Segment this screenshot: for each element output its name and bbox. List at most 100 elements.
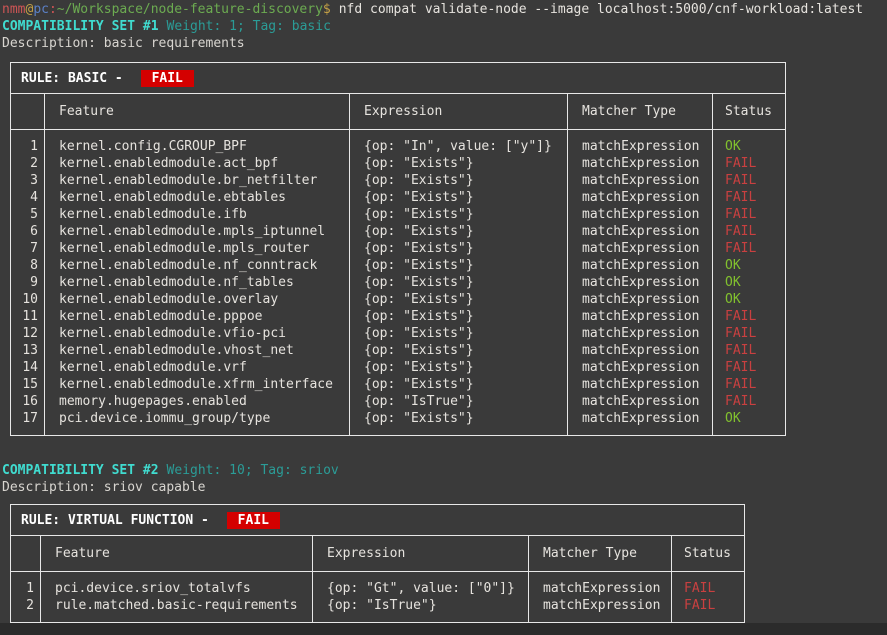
col-header-status: Status (672, 536, 745, 572)
table-row: 10kernel.enabledmodule.overlay{op: "Exis… (11, 291, 786, 308)
row-number: 3 (11, 172, 45, 189)
feature-cell: kernel.enabledmodule.act_bpf (45, 155, 350, 172)
matcher-type-cell: matchExpression (568, 206, 713, 223)
status-cell: OK (713, 291, 786, 308)
matcher-type-cell: matchExpression (568, 410, 713, 436)
terminal-window[interactable]: nmm@pc:~/Workspace/node-feature-discover… (0, 0, 887, 635)
table-row: 11kernel.enabledmodule.pppoe{op: "Exists… (11, 308, 786, 325)
col-header-feature: Feature (45, 94, 350, 130)
matcher-type-cell: matchExpression (568, 393, 713, 410)
matcher-type-cell: matchExpression (568, 240, 713, 257)
rule-header-row: RULE: BASIC - FAIL (11, 63, 786, 94)
status-cell: OK (713, 274, 786, 291)
prompt-path: ~/Workspace/node-feature-discovery (57, 2, 323, 17)
table-row: 15kernel.enabledmodule.xfrm_interface{op… (11, 376, 786, 393)
matcher-type-cell: matchExpression (568, 376, 713, 393)
feature-cell: memory.hugepages.enabled (45, 393, 350, 410)
compat-set-2-meta: Weight: 10; Tag: sriov (167, 463, 339, 478)
rule-table-virtual-function: RULE: VIRTUAL FUNCTION - FAIL Feature Ex… (10, 504, 745, 623)
expression-cell: {op: "Exists"} (350, 308, 568, 325)
feature-cell: kernel.enabledmodule.mpls_iptunnel (45, 223, 350, 240)
row-number: 12 (11, 325, 45, 342)
table-row: 16memory.hugepages.enabled{op: "IsTrue"}… (11, 393, 786, 410)
row-number: 1 (11, 572, 41, 598)
status-cell: FAIL (713, 359, 786, 376)
feature-cell: pci.device.sriov_totalvfs (41, 572, 313, 598)
prompt-colon: : (49, 2, 57, 17)
compat-set-1-title: COMPATIBILITY SET #1 (2, 19, 159, 34)
feature-cell: kernel.enabledmodule.ifb (45, 206, 350, 223)
rule-status-badge: FAIL (141, 70, 194, 87)
row-number: 11 (11, 308, 45, 325)
matcher-type-cell: matchExpression (568, 342, 713, 359)
matcher-type-cell: matchExpression (568, 308, 713, 325)
expression-cell: {op: "Exists"} (350, 376, 568, 393)
prompt-dollar-sign: $ (323, 2, 331, 17)
feature-cell: kernel.config.CGROUP_BPF (45, 130, 350, 156)
expression-cell: {op: "IsTrue"} (350, 393, 568, 410)
expression-cell: {op: "IsTrue"} (313, 597, 529, 623)
rule-header-row: RULE: VIRTUAL FUNCTION - FAIL (11, 505, 745, 536)
status-cell: FAIL (713, 393, 786, 410)
feature-cell: kernel.enabledmodule.pppoe (45, 308, 350, 325)
rule-table-basic: RULE: BASIC - FAIL Feature Expression Ma… (10, 62, 786, 436)
table-row: 2rule.matched.basic-requirements{op: "Is… (11, 597, 745, 623)
expression-cell: {op: "Exists"} (350, 359, 568, 376)
status-cell: FAIL (713, 376, 786, 393)
table-row: 1pci.device.sriov_totalvfs{op: "Gt", val… (11, 572, 745, 598)
compat-set-2-header: COMPATIBILITY SET #2Weight: 10; Tag: sri… (2, 462, 887, 479)
matcher-type-cell: matchExpression (568, 172, 713, 189)
row-number: 9 (11, 274, 45, 291)
compat-set-1-header: COMPATIBILITY SET #1Weight: 1; Tag: basi… (2, 18, 887, 35)
col-header-index (11, 536, 41, 572)
status-cell: FAIL (672, 597, 745, 623)
matcher-type-cell: matchExpression (568, 130, 713, 156)
table-row: 17pci.device.iommu_group/type{op: "Exist… (11, 410, 786, 436)
col-header-matcher-type: Matcher Type (529, 536, 672, 572)
matcher-type-cell: matchExpression (529, 572, 672, 598)
col-header-index (11, 94, 45, 130)
row-number: 17 (11, 410, 45, 436)
row-number: 1 (11, 130, 45, 156)
rule-status-badge: FAIL (227, 512, 280, 529)
col-header-expression: Expression (313, 536, 529, 572)
feature-cell: kernel.enabledmodule.mpls_router (45, 240, 350, 257)
row-number: 7 (11, 240, 45, 257)
expression-cell: {op: "Exists"} (350, 223, 568, 240)
feature-cell: kernel.enabledmodule.overlay (45, 291, 350, 308)
expression-cell: {op: "Exists"} (350, 206, 568, 223)
matcher-type-cell: matchExpression (568, 359, 713, 376)
expression-cell: {op: "Exists"} (350, 240, 568, 257)
col-header-matcher-type: Matcher Type (568, 94, 713, 130)
rule-header-cell: RULE: BASIC - FAIL (11, 63, 786, 94)
status-cell: OK (713, 410, 786, 436)
rule-table-basic-body: 1kernel.config.CGROUP_BPF{op: "In", valu… (11, 130, 786, 436)
table-row: 1kernel.config.CGROUP_BPF{op: "In", valu… (11, 130, 786, 156)
col-header-status: Status (713, 94, 786, 130)
row-number: 6 (11, 223, 45, 240)
terminal-output: nmm@pc:~/Workspace/node-feature-discover… (0, 0, 887, 623)
feature-cell: kernel.enabledmodule.ebtables (45, 189, 350, 206)
table-row: 13kernel.enabledmodule.vhost_net{op: "Ex… (11, 342, 786, 359)
compat-set-1-description: Description: basic requirements (2, 35, 887, 52)
prompt-hostname: pc (33, 2, 49, 17)
table-row: 3kernel.enabledmodule.br_netfilter{op: "… (11, 172, 786, 189)
rule-header-cell: RULE: VIRTUAL FUNCTION - FAIL (11, 505, 745, 536)
matcher-type-cell: matchExpression (568, 223, 713, 240)
rule-label: RULE: BASIC - (21, 71, 131, 86)
status-cell: FAIL (713, 155, 786, 172)
matcher-type-cell: matchExpression (568, 257, 713, 274)
col-header-feature: Feature (41, 536, 313, 572)
matcher-type-cell: matchExpression (568, 274, 713, 291)
column-header-row: Feature Expression Matcher Type Status (11, 536, 745, 572)
matcher-type-cell: matchExpression (568, 291, 713, 308)
status-cell: FAIL (713, 223, 786, 240)
feature-cell: kernel.enabledmodule.br_netfilter (45, 172, 350, 189)
feature-cell: kernel.enabledmodule.vhost_net (45, 342, 350, 359)
feature-cell: rule.matched.basic-requirements (41, 597, 313, 623)
row-number: 13 (11, 342, 45, 359)
table-row: 9kernel.enabledmodule.nf_tables{op: "Exi… (11, 274, 786, 291)
table-row: 12kernel.enabledmodule.vfio-pci{op: "Exi… (11, 325, 786, 342)
row-number: 10 (11, 291, 45, 308)
rule-label: RULE: VIRTUAL FUNCTION - (21, 513, 217, 528)
